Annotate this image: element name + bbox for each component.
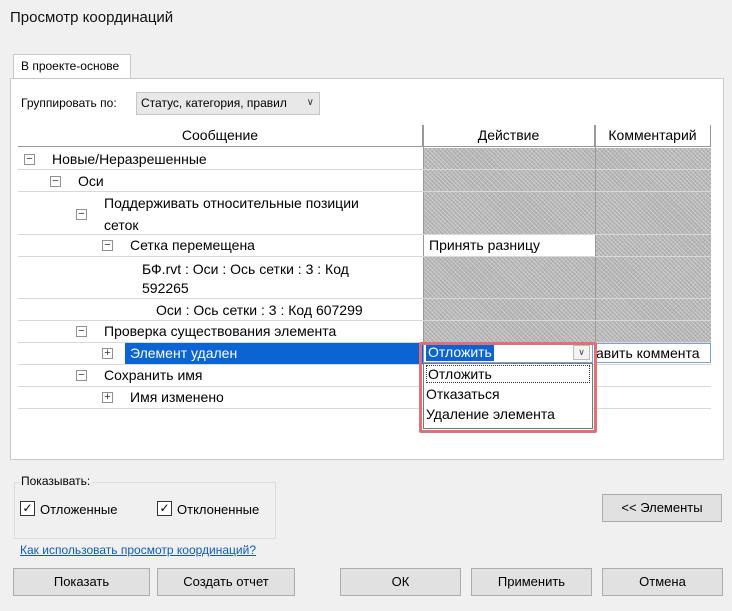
row-divider bbox=[18, 364, 711, 365]
checkbox-postponed[interactable]: ✓ bbox=[20, 501, 35, 516]
tree-node-keep-relative[interactable]: Поддерживать относительные позиции bbox=[104, 195, 359, 211]
tab-host-project[interactable]: В проекте-основе bbox=[13, 54, 131, 79]
row-divider bbox=[18, 169, 711, 170]
tree-node-bf-rvt[interactable]: БФ.rvt : Оси : Ось сетки : 3 : Код bbox=[142, 261, 349, 277]
tree-node-keep-relative-cont: сеток bbox=[104, 217, 139, 233]
help-link[interactable]: Как использовать просмотр координаций? bbox=[20, 543, 256, 557]
tree-node-bf-rvt-cont: 592265 bbox=[142, 280, 189, 296]
tree-node-grid-moved[interactable]: Сетка перемещена bbox=[130, 237, 255, 253]
action-dropdown-list: Отложить Отказаться Удаление элемента bbox=[423, 363, 593, 429]
action-combobox[interactable]: Отложить ∨ bbox=[423, 342, 593, 363]
comment-input[interactable]: авить коммента bbox=[595, 343, 711, 363]
row-divider bbox=[18, 234, 711, 235]
checkbox-rejected-label[interactable]: Отклоненные bbox=[177, 502, 259, 517]
tree-node-element-removed[interactable]: Элемент удален bbox=[130, 345, 237, 361]
column-separator bbox=[595, 125, 596, 408]
readonly-cells bbox=[595, 234, 711, 256]
collapse-icon[interactable]: − bbox=[76, 326, 87, 337]
collapse-icon[interactable]: − bbox=[76, 209, 87, 220]
row-divider bbox=[18, 298, 711, 299]
checkmark-icon: ✓ bbox=[159, 501, 170, 515]
coordination-grid: Сообщение Действие Комментарий − Новые/Н… bbox=[18, 125, 711, 409]
row-divider bbox=[18, 256, 711, 257]
collapse-icon[interactable]: − bbox=[50, 176, 61, 187]
column-header-message[interactable]: Сообщение bbox=[18, 125, 423, 147]
chevron-down-icon: ∨ bbox=[306, 97, 314, 108]
column-header-action[interactable]: Действие bbox=[423, 125, 595, 147]
tree-node-axes[interactable]: Оси bbox=[78, 173, 104, 189]
collapse-icon[interactable]: − bbox=[102, 240, 113, 251]
chevron-down-icon[interactable]: ∨ bbox=[573, 345, 590, 360]
create-report-button[interactable]: Создать отчет bbox=[157, 568, 295, 596]
checkmark-icon: ✓ bbox=[22, 501, 33, 515]
row-divider bbox=[18, 408, 711, 409]
group-by-value: Статус, категория, правил bbox=[141, 96, 287, 110]
checkbox-rejected[interactable]: ✓ bbox=[157, 501, 172, 516]
group-by-label: Группировать по: bbox=[21, 96, 117, 110]
row-divider bbox=[18, 191, 711, 192]
dropdown-option-postpone[interactable]: Отложить bbox=[426, 365, 590, 383]
tree-node-keep-name[interactable]: Сохранить имя bbox=[104, 367, 203, 383]
group-by-select[interactable]: Статус, категория, правил ∨ bbox=[136, 92, 320, 115]
tree-node-name-changed[interactable]: Имя изменено bbox=[130, 389, 224, 405]
row-divider bbox=[18, 320, 711, 321]
cancel-button[interactable]: Отмена bbox=[602, 568, 723, 596]
collapse-icon[interactable]: − bbox=[76, 370, 87, 381]
elements-button[interactable]: << Элементы bbox=[602, 494, 722, 522]
column-header-comment[interactable]: Комментарий bbox=[595, 125, 711, 147]
expand-icon[interactable]: + bbox=[102, 348, 113, 359]
tree-node-new-unresolved[interactable]: Новые/Неразрешенные bbox=[52, 151, 207, 167]
comment-input-text: авить коммента bbox=[596, 345, 700, 361]
expand-icon[interactable]: + bbox=[102, 392, 113, 403]
apply-button[interactable]: Применить bbox=[471, 568, 592, 596]
tree-node-check-exists[interactable]: Проверка существования элемента bbox=[104, 323, 336, 339]
dropdown-option-delete-element[interactable]: Удаление элемента bbox=[426, 406, 555, 422]
action-combobox-value: Отложить bbox=[426, 344, 494, 361]
dropdown-option-reject[interactable]: Отказаться bbox=[426, 386, 500, 402]
collapse-icon[interactable]: − bbox=[24, 154, 35, 165]
show-button[interactable]: Показать bbox=[13, 568, 150, 596]
show-label: Показывать: bbox=[19, 474, 93, 488]
readonly-cells bbox=[423, 256, 711, 342]
action-cell-grid-moved[interactable]: Принять разницу bbox=[429, 237, 540, 253]
checkbox-postponed-label[interactable]: Отложенные bbox=[40, 502, 117, 517]
tree-node-axes-code[interactable]: Оси : Ось сетки : 3 : Код 607299 bbox=[156, 302, 363, 318]
window-title: Просмотр координаций bbox=[10, 9, 174, 26]
row-divider bbox=[18, 386, 711, 387]
ok-button[interactable]: ОК bbox=[340, 568, 461, 596]
